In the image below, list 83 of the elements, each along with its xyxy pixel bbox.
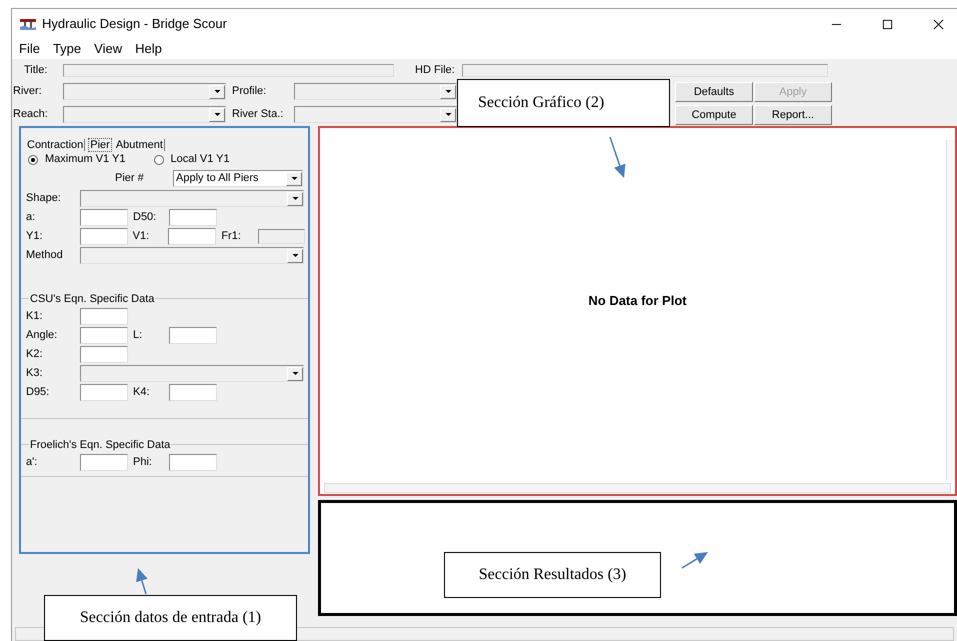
field-label: Method <box>26 248 64 264</box>
hd-file-field[interactable] <box>462 64 828 76</box>
caret-icon <box>212 112 222 117</box>
input-field[interactable] <box>169 454 217 471</box>
maximize-icon[interactable] <box>882 18 893 30</box>
input-field[interactable] <box>80 346 128 363</box>
dropdown[interactable] <box>63 83 226 100</box>
field-label: V1: <box>132 229 150 244</box>
callout-label: Sección Resultados (3) <box>444 552 661 598</box>
field-label: Pier # <box>115 171 145 186</box>
button[interactable]: Compute <box>675 105 753 125</box>
input-field[interactable] <box>80 209 128 226</box>
dropdown[interactable] <box>80 190 304 207</box>
input-field[interactable] <box>80 454 128 471</box>
dropdown[interactable] <box>294 106 457 123</box>
arrow <box>136 568 148 594</box>
tab[interactable]: Pier <box>88 138 112 152</box>
field-label: HD File: <box>415 62 456 78</box>
dropdown[interactable] <box>80 247 304 264</box>
field-label: Profile: <box>232 84 268 100</box>
field-label: a': <box>26 455 38 470</box>
title-field[interactable] <box>63 64 394 76</box>
horizontal-scrollbar[interactable] <box>324 483 951 493</box>
field-label: Y1: <box>26 229 44 244</box>
menu-item[interactable]: Type <box>52 39 82 59</box>
caret-icon <box>444 89 452 94</box>
radio-button[interactable] <box>28 154 38 164</box>
dropdown[interactable] <box>63 106 226 123</box>
field-label: Reach: <box>13 107 49 122</box>
field-label: Fr1: <box>221 229 242 244</box>
field-label: a: <box>26 210 36 226</box>
radio-label: Local V1 Y1 <box>170 152 230 168</box>
caret-icon <box>212 89 222 94</box>
caret-icon <box>290 176 298 181</box>
input-field[interactable] <box>169 209 217 226</box>
field-label: Angle: <box>26 328 58 344</box>
bridge-icon <box>20 18 36 30</box>
pier-dropdown[interactable]: Apply to All Piers <box>173 170 303 187</box>
field-label: Title: <box>24 62 48 78</box>
input-field[interactable] <box>80 228 128 245</box>
dropdown[interactable] <box>294 83 457 100</box>
callout-label: Sección datos de entrada (1) <box>44 595 297 641</box>
field-label: K4: <box>133 385 151 400</box>
window-title: Hydraulic Design - Bridge Scour <box>42 15 227 34</box>
field-label: Phi: <box>133 455 153 470</box>
menu-item[interactable]: Help <box>135 39 162 59</box>
menu-item[interactable]: File <box>19 39 40 59</box>
input-field[interactable] <box>169 384 217 401</box>
input-field[interactable] <box>80 308 128 325</box>
field-label: K1: <box>26 309 44 324</box>
input-field[interactable] <box>168 228 216 245</box>
group-title: CSU's Eqn. Specific Data <box>29 291 156 308</box>
radio-button[interactable] <box>154 154 164 164</box>
field-label: Shape: <box>26 191 62 206</box>
vertical-scrollbar[interactable] <box>946 140 955 480</box>
field-label: D95: <box>26 385 50 400</box>
field-label: K2: <box>26 347 44 362</box>
callout-label: Sección Gráfico (2) <box>457 79 670 127</box>
caret-icon <box>444 112 452 117</box>
arrow <box>609 136 626 178</box>
input-field[interactable] <box>80 384 128 401</box>
plot-message: No Data for Plot <box>588 292 687 310</box>
close-icon[interactable] <box>933 18 944 30</box>
caret-icon <box>290 371 300 376</box>
field-label: River Sta.: <box>232 107 284 122</box>
field-label: River: <box>13 84 43 100</box>
field-label: D50: <box>133 210 158 226</box>
input-field[interactable] <box>258 229 305 244</box>
radio-label: Maximum V1 Y1 <box>45 152 126 168</box>
menu-item[interactable]: View <box>94 39 122 59</box>
dropdown[interactable] <box>80 365 304 382</box>
field-label: K3: <box>26 366 44 382</box>
field-label: L: <box>133 328 144 344</box>
button[interactable]: Defaults <box>675 82 753 102</box>
input-field[interactable] <box>169 327 217 344</box>
caret-icon <box>290 253 300 258</box>
caret-icon <box>290 196 300 201</box>
tab[interactable]: Contraction <box>26 139 86 151</box>
group-title: Froelich's Eqn. Specific Data <box>29 437 172 454</box>
button[interactable]: Report... <box>754 105 832 125</box>
arrow <box>682 552 708 569</box>
input-field[interactable] <box>80 327 128 344</box>
tab[interactable]: Abutment <box>114 139 165 151</box>
